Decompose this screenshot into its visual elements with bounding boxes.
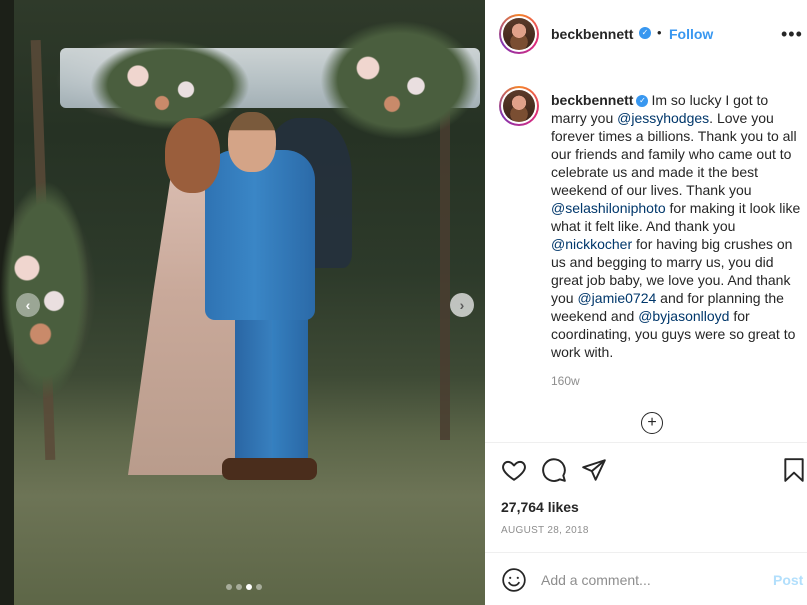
mention-link[interactable]: @jamie0724 (577, 290, 656, 306)
photo-flowers-top-right (320, 20, 480, 140)
verified-badge-icon: ✓ (636, 95, 649, 108)
comment-bar: Post (485, 552, 807, 605)
post-photo[interactable]: ‹ › (0, 0, 485, 605)
author-username[interactable]: beckbennett (551, 26, 633, 42)
photo-flowers-top-left (90, 40, 250, 130)
more-options-icon[interactable]: ••• (781, 24, 803, 45)
photo-groom-leg-right (272, 300, 308, 470)
carousel-dot (246, 584, 252, 590)
carousel-dot (256, 584, 262, 590)
photo-flowers-left (0, 180, 90, 400)
post-actions: 27,764 likes AUGUST 28, 2018 (485, 442, 807, 552)
post-date: AUGUST 28, 2018 (501, 525, 589, 536)
bookmark-icon[interactable] (781, 457, 807, 483)
carousel-prev-button[interactable]: ‹ (16, 293, 40, 317)
follow-button[interactable]: Follow (669, 26, 713, 42)
post-details-panel: beckbennett ✓ • Follow ••• beckbennett ✓ I… (485, 0, 807, 605)
post-comment-button[interactable]: Post (773, 572, 803, 588)
photo-shoes (222, 458, 317, 480)
smiley-icon[interactable] (501, 567, 527, 593)
post-time-ago[interactable]: 160w (551, 374, 580, 388)
post-header: beckbennett ✓ • Follow ••• (485, 0, 807, 62)
comment-bubble-icon[interactable] (541, 457, 567, 483)
photo-bride-head (165, 118, 220, 193)
heart-icon[interactable] (501, 457, 527, 483)
chevron-left-icon: ‹ (25, 297, 31, 313)
verified-badge-icon: ✓ (639, 27, 651, 39)
photo-groom-leg-left (235, 300, 273, 470)
avatar[interactable] (499, 14, 539, 54)
mention-link[interactable]: @jessyhodges (617, 110, 709, 126)
plus-circle-icon[interactable]: + (641, 412, 663, 434)
photo-groom-head (228, 112, 276, 172)
mention-link[interactable]: @byjasonlloyd (638, 308, 729, 324)
carousel-next-button[interactable]: › (450, 293, 474, 317)
caption-avatar[interactable] (499, 86, 539, 126)
photo-groom (205, 150, 315, 320)
comment-input[interactable] (541, 566, 761, 594)
likes-count[interactable]: 27,764 likes (501, 499, 579, 515)
carousel-indicator (226, 584, 262, 590)
header-separator: • (657, 25, 662, 40)
carousel-dot (226, 584, 232, 590)
carousel-dot (236, 584, 242, 590)
chevron-right-icon: › (459, 297, 465, 313)
caption-section: beckbennett ✓ Im so lucky I got to marry y… (485, 72, 807, 442)
mention-link[interactable]: @nickkocher (551, 236, 632, 252)
caption-username[interactable]: beckbennett (551, 92, 633, 108)
post-caption: beckbennett ✓ Im so lucky I got to marry y… (551, 91, 803, 361)
paper-plane-icon[interactable] (581, 457, 607, 483)
mention-link[interactable]: @selashiloniphoto (551, 200, 666, 216)
